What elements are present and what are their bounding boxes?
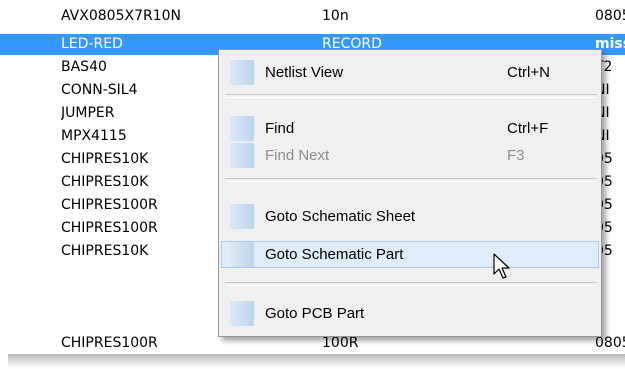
menu-item-find[interactable]: Find Ctrl+F xyxy=(221,115,599,142)
part-package: 0805 xyxy=(595,8,625,24)
menu-icon-column xyxy=(230,301,254,326)
menu-icon-column xyxy=(230,242,254,267)
menu-item-label: Find Next xyxy=(265,147,330,164)
menu-item-label: Goto Schematic Part xyxy=(265,246,404,263)
menu-separator xyxy=(225,178,597,182)
part-name: AVX0805X7R10N xyxy=(61,8,181,24)
menu-item-goto-schematic-sheet[interactable]: Goto Schematic Sheet xyxy=(221,203,599,230)
menu-separator xyxy=(225,94,597,98)
menu-item-shortcut: Ctrl+N xyxy=(507,64,550,81)
context-menu: Netlist View Ctrl+N Find Ctrl+F Find Nex… xyxy=(218,49,602,337)
menu-icon-column xyxy=(230,204,254,229)
menu-item-shortcut: F3 xyxy=(507,147,525,164)
menu-item-find-next[interactable]: Find Next F3 xyxy=(221,142,599,169)
menu-separator xyxy=(225,282,597,286)
menu-item-label: Goto PCB Part xyxy=(265,305,365,322)
menu-item-goto-schematic-part[interactable]: Goto Schematic Part xyxy=(221,241,599,268)
list-bottom-edge xyxy=(8,354,625,369)
menu-icon-column xyxy=(230,143,254,168)
menu-item-netlist-view[interactable]: Netlist View Ctrl+N xyxy=(221,59,599,86)
part-value: 10n xyxy=(322,8,349,24)
menu-icon-column xyxy=(230,116,254,141)
menu-item-shortcut: Ctrl+F xyxy=(507,120,549,137)
arrow-pointer-icon xyxy=(493,253,510,279)
menu-item-label: Find xyxy=(265,120,295,137)
list-row[interactable]: AVX0805X7R10N 10n 0805 xyxy=(0,6,625,27)
menu-item-goto-pcb-part[interactable]: Goto PCB Part xyxy=(221,300,599,327)
menu-item-label: Goto Schematic Sheet xyxy=(265,208,416,225)
menu-icon-column xyxy=(230,60,254,85)
menu-item-label: Netlist View xyxy=(265,64,344,81)
